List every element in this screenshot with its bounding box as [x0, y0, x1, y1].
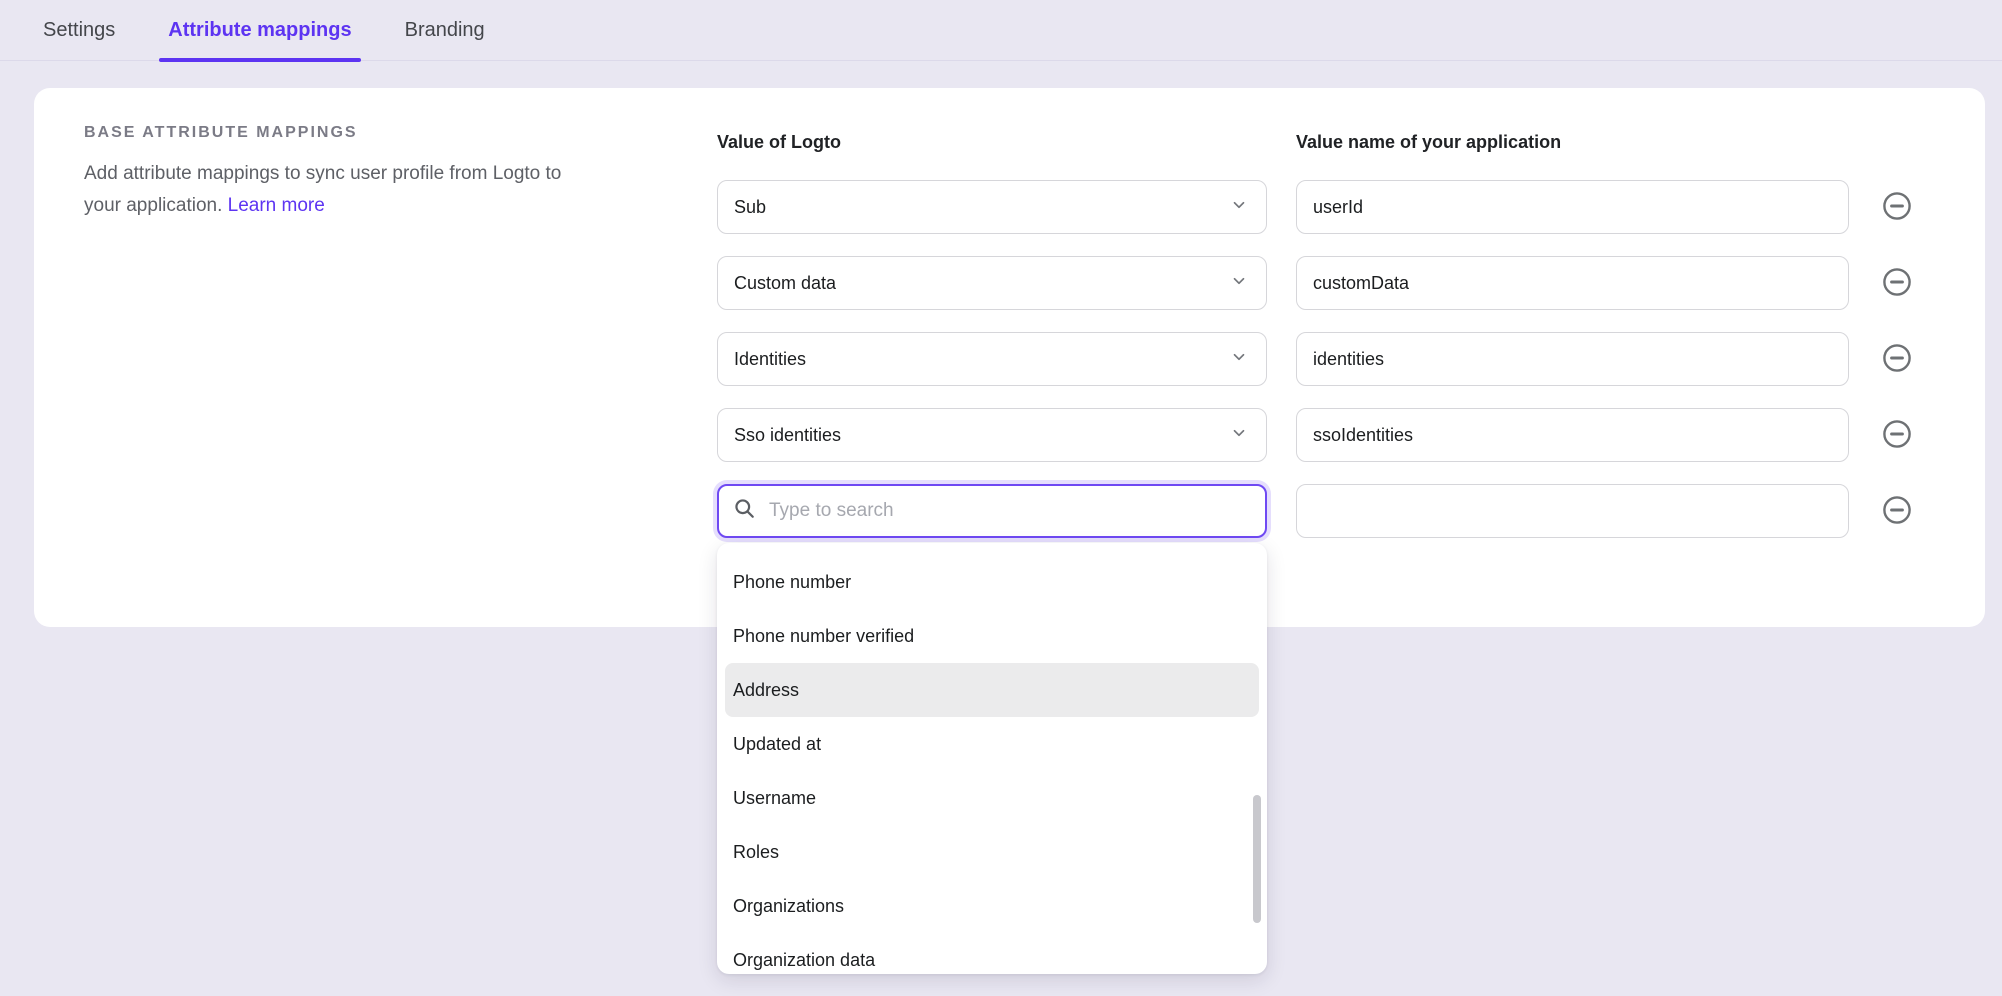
dropdown-item[interactable]: Organization data: [725, 933, 1259, 974]
logto-value-select[interactable]: Identities: [717, 332, 1267, 386]
dropdown-item[interactable]: Phone number: [725, 555, 1259, 609]
learn-more-link[interactable]: Learn more: [228, 195, 325, 216]
chevron-down-icon: [1230, 348, 1248, 371]
tab-settings[interactable]: Settings: [43, 0, 115, 60]
remove-mapping-button[interactable]: [1882, 420, 1912, 450]
app-value-input[interactable]: [1296, 332, 1849, 386]
remove-mapping-button[interactable]: [1882, 344, 1912, 374]
logto-value-select[interactable]: Sub: [717, 180, 1267, 234]
mapping-row: Sub: [717, 180, 1912, 234]
remove-mapping-button[interactable]: [1882, 268, 1912, 298]
chevron-down-icon: [1230, 272, 1248, 295]
dropdown-item[interactable]: Phone number verified: [725, 609, 1259, 663]
mapping-row: Custom data: [717, 256, 1912, 310]
column-header-app-value: Value name of your application: [1296, 132, 1561, 153]
dropdown-item[interactable]: Address: [725, 663, 1259, 717]
remove-mapping-button[interactable]: [1882, 192, 1912, 222]
chevron-down-icon: [1230, 424, 1248, 447]
search-icon: [733, 497, 756, 525]
logto-value-select-label: Sso identities: [734, 425, 841, 446]
base-attribute-mappings-card: BASE ATTRIBUTE MAPPINGS Add attribute ma…: [34, 88, 1985, 627]
minus-circle-icon: [1882, 343, 1912, 376]
logto-value-select-label: Custom data: [734, 273, 836, 294]
dropdown-item[interactable]: Roles: [725, 825, 1259, 879]
minus-circle-icon: [1882, 419, 1912, 452]
logto-value-select[interactable]: Custom data: [717, 256, 1267, 310]
search-input[interactable]: [769, 500, 1251, 522]
logto-value-select[interactable]: Sso identities: [717, 408, 1267, 462]
minus-circle-icon: [1882, 267, 1912, 300]
dropdown-scrollbar-thumb[interactable]: [1253, 795, 1261, 923]
search-input-box[interactable]: [717, 484, 1267, 538]
attribute-dropdown: Phone number Phone number verified Addre…: [717, 543, 1267, 974]
mapping-rows: Sub Custom data: [717, 180, 1912, 560]
minus-circle-icon: [1882, 191, 1912, 224]
dropdown-item[interactable]: Username: [725, 771, 1259, 825]
mapping-row: Identities: [717, 332, 1912, 386]
minus-circle-icon: [1882, 495, 1912, 528]
app-value-input[interactable]: [1296, 484, 1849, 538]
mapping-row-new: [717, 484, 1912, 538]
column-header-logto-value: Value of Logto: [717, 132, 841, 153]
tab-branding[interactable]: Branding: [405, 0, 485, 60]
mapping-row: Sso identities: [717, 408, 1912, 462]
section-info: BASE ATTRIBUTE MAPPINGS Add attribute ma…: [84, 124, 572, 222]
logto-value-select-label: Sub: [734, 197, 766, 218]
section-description: Add attribute mappings to sync user prof…: [84, 158, 572, 222]
dropdown-item[interactable]: Updated at: [725, 717, 1259, 771]
chevron-down-icon: [1230, 196, 1248, 219]
app-value-input[interactable]: [1296, 256, 1849, 310]
remove-mapping-button[interactable]: [1882, 496, 1912, 526]
app-value-input[interactable]: [1296, 408, 1849, 462]
logto-value-select-label: Identities: [734, 349, 806, 370]
app-value-input[interactable]: [1296, 180, 1849, 234]
section-title: BASE ATTRIBUTE MAPPINGS: [84, 124, 572, 142]
tab-bar: Settings Attribute mappings Branding: [0, 0, 2002, 61]
tab-attribute-mappings[interactable]: Attribute mappings: [168, 0, 351, 60]
dropdown-item[interactable]: Organizations: [725, 879, 1259, 933]
